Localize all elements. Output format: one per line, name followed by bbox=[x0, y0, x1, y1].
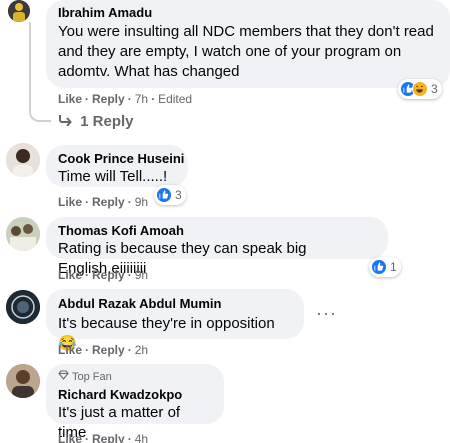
reply-button[interactable]: Reply bbox=[92, 343, 125, 357]
comment-text-body: It's because they're in opposition bbox=[58, 315, 275, 332]
comment-author[interactable]: Ibrahim Amadu bbox=[58, 4, 438, 21]
comment-time[interactable]: 9h bbox=[135, 195, 148, 209]
avatar[interactable] bbox=[6, 143, 40, 177]
haha-icon bbox=[412, 81, 428, 97]
comment-bubble: Cook Prince Huseini Time will Tell.....! bbox=[46, 145, 188, 187]
comment-time[interactable]: 7h bbox=[135, 92, 148, 106]
like-button[interactable]: Like bbox=[58, 343, 82, 357]
like-icon bbox=[371, 259, 387, 275]
reaction-summary[interactable]: 1 bbox=[369, 257, 401, 277]
like-button[interactable]: Like bbox=[58, 92, 82, 106]
avatar[interactable] bbox=[8, 0, 30, 22]
comment-author[interactable]: Cook Prince Huseini bbox=[58, 150, 184, 167]
comment-richard-kwadzokpo: Top Fan Richard Kwadzokpo It's just a ma… bbox=[0, 362, 450, 443]
reply-button[interactable]: Reply bbox=[92, 92, 125, 106]
reaction-count: 3 bbox=[431, 82, 438, 96]
comment-actions: Like · Reply · 9h bbox=[58, 195, 149, 209]
diamond-icon bbox=[58, 370, 69, 384]
avatar[interactable] bbox=[6, 290, 40, 324]
reaction-count: 3 bbox=[175, 188, 182, 202]
comment-bubble: Top Fan Richard Kwadzokpo It's just a ma… bbox=[46, 364, 224, 441]
like-button[interactable]: Like bbox=[58, 268, 82, 282]
reply-arrow-icon bbox=[58, 113, 72, 130]
reply-button[interactable]: Reply bbox=[92, 195, 125, 209]
top-fan-badge: Top Fan bbox=[58, 370, 212, 384]
comment-actions: Like · Reply · 7h · Edited bbox=[58, 92, 193, 106]
reply-button[interactable]: Reply bbox=[92, 268, 125, 282]
reaction-summary[interactable]: 3 bbox=[154, 185, 186, 205]
thread-line bbox=[29, 22, 51, 122]
more-options-icon[interactable]: ··· bbox=[316, 303, 337, 324]
comment-time[interactable]: 9h bbox=[135, 268, 148, 282]
comment-actions: Like · Reply · 4h bbox=[58, 431, 148, 443]
comment-bubble: Ibrahim Amadu You were insulting all NDC… bbox=[46, 0, 450, 88]
comment-time[interactable]: 2h bbox=[135, 343, 148, 357]
reply-button[interactable]: Reply bbox=[92, 432, 125, 443]
top-fan-label: Top Fan bbox=[72, 371, 112, 383]
avatar[interactable] bbox=[6, 217, 40, 251]
avatar[interactable] bbox=[6, 364, 40, 398]
replies-count-label: 1 Reply bbox=[80, 113, 134, 130]
comment-author[interactable]: Thomas Kofi Amoah bbox=[58, 222, 376, 239]
comment-ibrahim-amadu: Ibrahim Amadu You were insulting all NDC… bbox=[0, 0, 450, 140]
comment-text: Time will Tell.....! bbox=[58, 168, 168, 185]
comment-author[interactable]: Abdul Razak Abdul Mumin bbox=[58, 295, 292, 312]
like-button[interactable]: Like bbox=[58, 432, 82, 443]
reaction-count: 1 bbox=[390, 260, 397, 274]
comment-text: You were insulting all NDC members that … bbox=[58, 23, 434, 80]
comment-actions: Like · Reply · 9h bbox=[58, 268, 149, 282]
comment-cook-prince-huseini: Cook Prince Huseini Time will Tell.....!… bbox=[0, 143, 450, 213]
comment-author[interactable]: Richard Kwadzokpo bbox=[58, 386, 212, 403]
comment-thomas-kofi-amoah: Thomas Kofi Amoah Rating is because they… bbox=[0, 215, 450, 285]
comment-actions: Like · Reply · 2h bbox=[58, 343, 149, 357]
comment-bubble: Thomas Kofi Amoah Rating is because they… bbox=[46, 217, 388, 277]
edited-label: Edited bbox=[158, 92, 193, 106]
like-icon bbox=[156, 187, 172, 203]
comment-time[interactable]: 4h bbox=[135, 432, 148, 443]
view-replies-link[interactable]: 1 Reply bbox=[58, 113, 134, 130]
reaction-summary[interactable]: 3 bbox=[398, 79, 442, 99]
comment-bubble: Abdul Razak Abdul Mumin It's because the… bbox=[46, 289, 304, 352]
like-button[interactable]: Like bbox=[58, 195, 82, 209]
comment-abdul-razak-abdul-mumin: Abdul Razak Abdul Mumin It's because the… bbox=[0, 287, 450, 357]
